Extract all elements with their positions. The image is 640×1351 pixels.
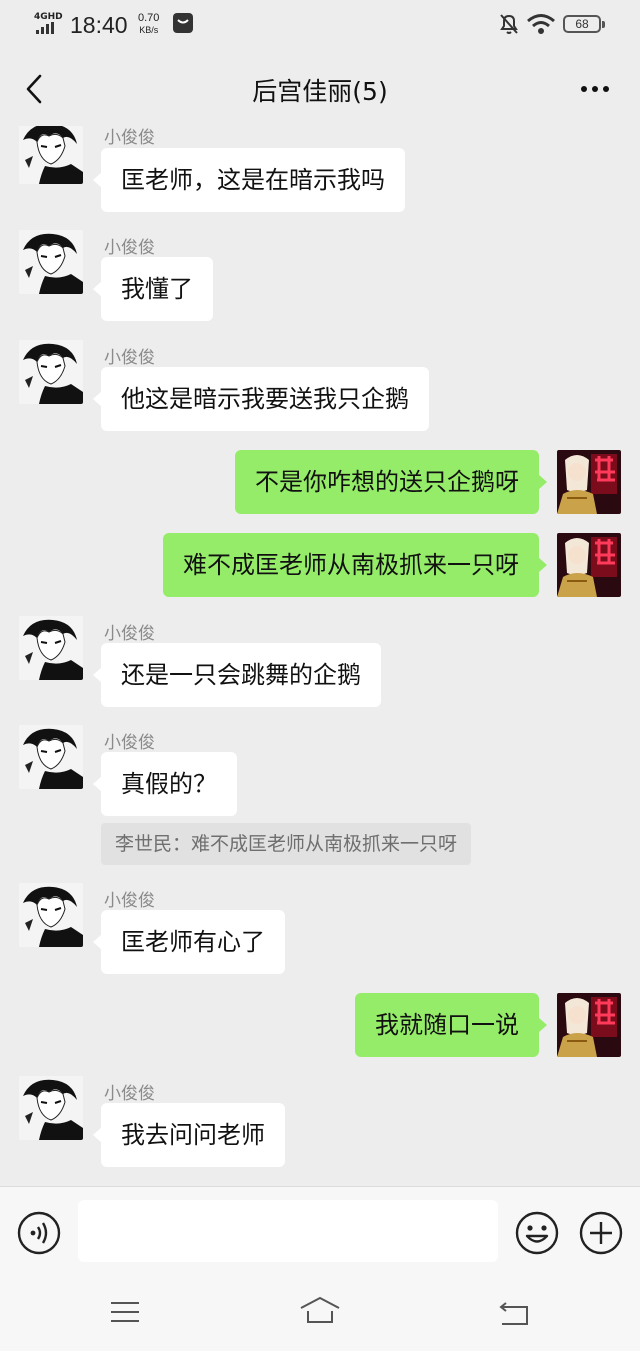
avatar-image xyxy=(557,993,621,1057)
battery-indicator: 68 xyxy=(563,15,605,33)
more-dots-icon[interactable] xyxy=(576,72,616,106)
voice-icon[interactable] xyxy=(17,1211,61,1255)
plus-icon[interactable] xyxy=(579,1211,623,1255)
message-bubble[interactable]: 我就随口一说 xyxy=(355,993,547,1057)
chat-header: 后宫佳丽(5) xyxy=(0,52,640,126)
status-bar: 4GHD 18:40 0.70 KB/s 68 xyxy=(0,0,640,52)
avatar-image xyxy=(557,533,621,597)
sender-name: 小俊俊 xyxy=(104,624,155,644)
avatar[interactable] xyxy=(557,533,621,597)
avatar-image xyxy=(19,883,83,947)
clock: 18:40 xyxy=(70,12,128,38)
avatar[interactable] xyxy=(19,340,83,404)
signal-icon xyxy=(36,22,58,34)
message-bubble[interactable]: 我去问问老师 xyxy=(93,1103,285,1167)
avatar[interactable] xyxy=(557,450,621,514)
avatar-image xyxy=(19,616,83,680)
avatar-image xyxy=(557,450,621,514)
message-bubble[interactable]: 难不成匡老师从南极抓来一只呀 xyxy=(163,533,547,597)
message-bubble[interactable]: 真假的？ xyxy=(93,752,237,816)
avatar-image xyxy=(19,340,83,404)
menu-icon[interactable] xyxy=(108,1298,142,1326)
network-speed: 0.70 KB/s xyxy=(138,12,159,36)
avatar-image xyxy=(19,725,83,789)
avatar-image xyxy=(19,1076,83,1140)
sender-name: 小俊俊 xyxy=(104,128,155,148)
avatar[interactable] xyxy=(19,1076,83,1140)
message-bubble[interactable]: 匡老师有心了 xyxy=(93,910,285,974)
wifi-icon xyxy=(527,14,555,34)
sender-name: 小俊俊 xyxy=(104,348,155,368)
message-input[interactable] xyxy=(78,1200,498,1262)
message-bubble[interactable]: 匡老师，这是在暗示我吗 xyxy=(93,148,405,212)
avatar-image xyxy=(19,230,83,294)
speed-value: 0.70 xyxy=(138,12,160,24)
notification-icon xyxy=(173,13,193,33)
sender-name: 小俊俊 xyxy=(104,891,155,911)
avatar[interactable] xyxy=(19,616,83,680)
avatar[interactable] xyxy=(19,725,83,789)
message-list[interactable]: 小俊俊 匡老师，这是在暗示我吗 小俊俊 我懂了 小俊俊 他这是暗示我要送我只企鹅… xyxy=(0,126,640,1186)
home-icon[interactable] xyxy=(298,1294,342,1326)
avatar-image xyxy=(19,126,83,184)
message-bubble[interactable]: 还是一只会跳舞的企鹅 xyxy=(93,643,381,707)
avatar[interactable] xyxy=(19,126,83,184)
mute-bell-icon xyxy=(500,14,518,34)
quoted-message[interactable]: 李世民：难不成匡老师从南极抓来一只呀 xyxy=(101,823,472,865)
speed-unit: KB/s xyxy=(139,25,159,35)
avatar[interactable] xyxy=(19,883,83,947)
emoji-icon[interactable] xyxy=(515,1211,559,1255)
avatar[interactable] xyxy=(19,230,83,294)
sender-name: 小俊俊 xyxy=(104,1084,155,1104)
sender-name: 小俊俊 xyxy=(104,238,155,258)
avatar[interactable] xyxy=(557,993,621,1057)
input-bar xyxy=(0,1186,640,1278)
message-bubble[interactable]: 他这是暗示我要送我只企鹅 xyxy=(93,367,429,431)
network-type: 4GHD xyxy=(34,12,63,22)
chat-title: 后宫佳丽(5) xyxy=(252,77,388,106)
back-arrow-icon[interactable] xyxy=(496,1298,532,1328)
message-bubble[interactable]: 不是你咋想的送只企鹅呀 xyxy=(235,450,547,514)
message-bubble[interactable]: 我懂了 xyxy=(93,257,213,321)
system-nav-bar xyxy=(0,1278,640,1351)
sender-name: 小俊俊 xyxy=(104,733,155,753)
